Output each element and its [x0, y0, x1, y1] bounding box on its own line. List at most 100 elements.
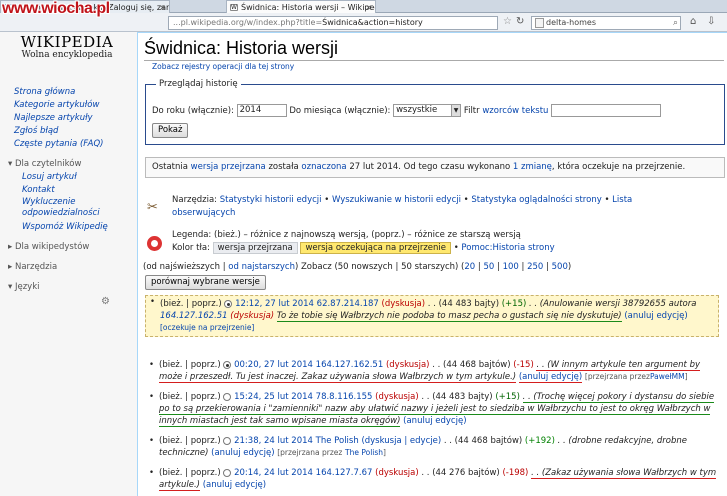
talk-link[interactable]: (dyskusja) [375, 468, 419, 478]
history-navigation: (od najświeższych | od najstarszych) Zob… [143, 262, 572, 272]
month-label: Do miesiąca (włącznie): [289, 106, 391, 116]
history-row: • (bież. | poprz.) 21:38, 24 lut 2014 Th… [149, 436, 687, 458]
limit-100-link[interactable]: 100 [503, 262, 519, 272]
revision-date-link[interactable]: 20:14, 24 lut 2014 [234, 468, 313, 478]
oldest-first-link[interactable]: od najstarszych [228, 262, 295, 272]
revision-radio[interactable] [223, 468, 232, 477]
undo-link[interactable]: (anuluj edycję) [518, 372, 583, 383]
undo-link[interactable]: (anuluj edycję) [624, 311, 687, 321]
limit-20-link[interactable]: 20 [464, 262, 475, 272]
one-change-link[interactable]: 1 zmianę [513, 162, 552, 172]
sidebar-item-main-page[interactable]: Strona główna [14, 86, 132, 99]
user-link[interactable]: 62.87.214.187 [317, 299, 379, 309]
collapse-arrow-icon: ▾ [8, 159, 15, 169]
sidebar-heading-tools[interactable]: ▸ Narzędzia [8, 261, 132, 274]
reviewer-link[interactable]: PawełMM [650, 372, 685, 381]
sidebar-item-donate[interactable]: Wspomóż Wikipedię [22, 221, 132, 234]
limit-50-link[interactable]: 50 [483, 262, 494, 272]
page-views-link[interactable]: Statystyka oglądalności strony [471, 195, 601, 205]
limit-250-link[interactable]: 250 [527, 262, 543, 272]
bookmark-star-icon[interactable]: ☆ [503, 16, 512, 27]
collapse-arrow-icon: ▾ [8, 282, 15, 292]
address-bar[interactable]: ...pl.wikipedia.org/w/index.php?title=Św… [168, 16, 498, 30]
sidebar: Strona główna Kategorie artykułów Najlep… [8, 86, 132, 294]
gear-icon[interactable]: ⚙ [101, 296, 110, 307]
revision-radio[interactable] [223, 360, 232, 369]
month-select[interactable]: wszystkie ▼ [393, 104, 462, 117]
legend-line: Legenda: (bież.) – różnice z najnowszą w… [172, 230, 521, 240]
reviewer-link[interactable]: The Polish [345, 448, 383, 457]
search-engine-icon[interactable] [535, 18, 544, 28]
user-link[interactable]: 164.127.162.51 [160, 311, 228, 321]
revision-date-link[interactable]: 00:20, 27 lut 2014 [234, 360, 313, 370]
sidebar-item-report-error[interactable]: Zgłoś błąd [14, 125, 132, 138]
view-logs-link[interactable]: Zobacz rejestry operacji dla tej strony [152, 62, 294, 71]
history-tools: Narzędzia: Statystyki historii edycji • … [172, 195, 633, 218]
edit-stats-link[interactable]: Statystyki historii edycji [220, 195, 322, 205]
undo-link[interactable]: (anuluj edycję) [403, 416, 466, 426]
revision-radio[interactable] [223, 436, 232, 445]
logo-title: Wikipedia [20, 33, 114, 51]
revision-radio[interactable] [223, 392, 232, 401]
close-tab-icon[interactable]: × [159, 1, 166, 13]
revision-radio[interactable] [224, 299, 233, 308]
reload-icon[interactable]: ↻ [516, 16, 524, 27]
help-lifebuoy-icon [147, 236, 162, 251]
url-prefix: ...pl.wikipedia.org/w/index.php?title= [173, 18, 323, 27]
history-help-link[interactable]: Pomoc:Historia strony [461, 243, 554, 253]
tab-label: Świdnica: Historia wersji – Wikipedia, w… [241, 3, 375, 12]
limit-500-link[interactable]: 500 [552, 262, 568, 272]
sidebar-item-faq[interactable]: Częste pytania (FAQ) [14, 138, 132, 151]
talk-link[interactable]: (dyskusja) [375, 392, 419, 402]
history-row: • (bież. | poprz.) 00:20, 27 lut 2014 16… [149, 360, 701, 383]
sidebar-heading-languages[interactable]: ▾ Języki [8, 281, 132, 294]
undo-link[interactable]: (anuluj edycję) [203, 480, 266, 490]
sidebar-heading-readers[interactable]: ▾ Dla czytelników [8, 158, 132, 171]
history-row: • (bież. | poprz.) 15:24, 25 lut 2014 78… [149, 392, 715, 427]
filter-patterns-link[interactable]: wzorców tekstu [482, 106, 548, 116]
sidebar-item-contact[interactable]: Kontakt [22, 184, 132, 197]
sidebar-item-random[interactable]: Losuj artykuł [22, 171, 132, 184]
watermark: www.wiocha.pl [2, 0, 110, 17]
user-link[interactable]: 78.8.116.155 [316, 392, 373, 402]
show-button[interactable]: Pokaż [152, 123, 189, 138]
browser-search-field[interactable]: delta-homes ⌕ [531, 16, 681, 30]
talk-link[interactable]: (dyskusja | edycje) [361, 436, 441, 446]
history-row: • (bież. | poprz.) 12:12, 27 lut 2014 62… [145, 295, 719, 337]
tools-icon: ✂ [147, 200, 158, 215]
user-link[interactable]: 164.127.7.67 [316, 468, 373, 478]
talk-link[interactable]: (dyskusja) [386, 360, 430, 370]
user-link[interactable]: 164.127.162.51 [316, 360, 384, 370]
download-icon[interactable]: ⇩ [707, 16, 715, 27]
revision-date-link[interactable]: 21:38, 24 lut 2014 [234, 436, 313, 446]
year-input[interactable]: 2014 [236, 104, 287, 117]
sidebar-item-best-articles[interactable]: Najlepsze artykuły [14, 112, 132, 125]
home-icon[interactable]: ⌂ [690, 16, 696, 27]
expand-arrow-icon: ▸ [8, 242, 15, 252]
tab-wikipedia[interactable]: W Świdnica: Historia wersji – Wikipedia,… [226, 0, 376, 13]
sidebar-heading-wikipedians[interactable]: ▸ Dla wikipedystów [8, 241, 132, 254]
talk-link[interactable]: (dyskusja) [382, 299, 426, 309]
expand-arrow-icon: ▸ [8, 262, 15, 272]
history-search-link[interactable]: Wyszukiwanie w historii edycji [332, 195, 461, 205]
marked-link[interactable]: oznaczona [301, 162, 346, 172]
user-link[interactable]: The Polish [316, 436, 359, 446]
wikipedia-icon: W [230, 4, 238, 11]
undo-link[interactable]: (anuluj edycję) [211, 448, 274, 458]
logo-subtitle: Wolna encyklopedia [21, 50, 113, 60]
url-rest: Świdnica&action=history [322, 18, 423, 27]
revision-date-link[interactable]: 12:12, 27 lut 2014 [235, 299, 314, 309]
talk-link[interactable]: (dyskusja) [230, 311, 274, 321]
sidebar-item-categories[interactable]: Kategorie artykułów [14, 99, 132, 112]
reviewed-version-link[interactable]: wersja przejrzana [191, 162, 266, 172]
main-content: Świdnica: Historia wersji Zobacz rejestr… [137, 32, 727, 496]
wikipedia-logo[interactable]: Wikipedia Wolna encyklopedia [8, 33, 126, 60]
close-tab-icon[interactable]: × [365, 1, 372, 13]
search-icon[interactable]: ⌕ [673, 17, 678, 29]
browse-history-form: Przeglądaj historię Do roku (włącznie): … [145, 79, 725, 145]
compare-versions-button[interactable]: porównaj wybrane wersje [145, 275, 266, 290]
sidebar-item-disclaimer[interactable]: Wykluczenie odpowiedzialności [22, 197, 122, 221]
revision-date-link[interactable]: 15:24, 25 lut 2014 [234, 392, 313, 402]
filter-input[interactable] [551, 104, 662, 117]
pending-review-link[interactable]: [oczekuje na przejrzenie] [160, 323, 254, 332]
